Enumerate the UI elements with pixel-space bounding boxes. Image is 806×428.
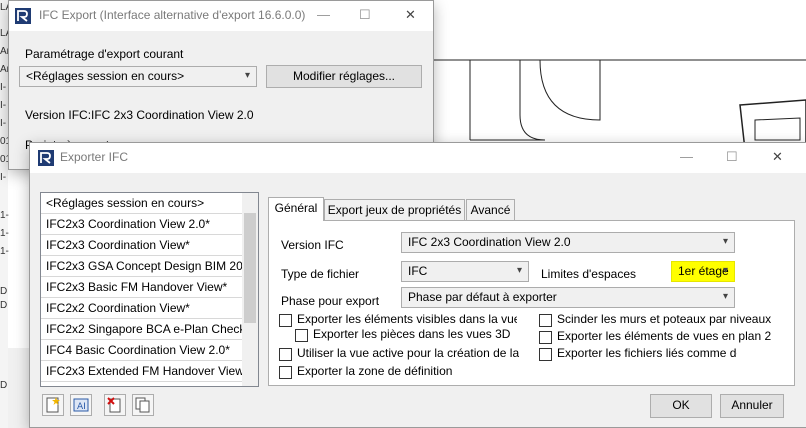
export-visible-elements-checkbox[interactable] [279, 314, 292, 327]
maximize-icon[interactable]: ☐ [726, 149, 738, 165]
list-item[interactable]: IFC2x3 Coordination View* [41, 235, 258, 256]
list-item[interactable]: IFC2x2 Singapore BCA e-Plan Check* [41, 319, 258, 340]
setup-list-scrollbar[interactable] [242, 193, 258, 386]
minimize-icon[interactable]: — [680, 149, 693, 165]
revit-app-icon [38, 150, 54, 166]
chevron-down-icon: ▾ [722, 236, 728, 247]
split-walls-columns-checkbox[interactable] [539, 314, 552, 327]
general-tab-panel: Version IFC IFC 2x3 Coordination View 2.… [268, 220, 795, 386]
chevron-down-icon: ▾ [722, 265, 728, 276]
new-setup-icon[interactable] [42, 394, 64, 416]
export-site-checkbox[interactable] [279, 366, 292, 379]
strip-text: 1- [0, 210, 9, 221]
export-ifc-titlebar: Exporter IFC — ☐ ✕ [30, 143, 806, 173]
strip-text: D [0, 300, 8, 311]
strip-text: D [0, 286, 8, 297]
space-limits-label: Limites d'espaces [541, 267, 637, 281]
rename-setup-icon[interactable]: AI [70, 394, 92, 416]
tab-general[interactable]: Général [268, 197, 324, 221]
space-limits-dropdown[interactable]: 1er étage ▾ [671, 261, 735, 282]
dialog-title: Exporter IFC [60, 150, 129, 164]
strip-text: I- [0, 118, 7, 129]
export-visible-elements-label: Exporter les éléments visibles dans la v… [297, 312, 517, 326]
tab-property-sets[interactable]: Export jeux de propriétés [324, 199, 465, 220]
export-plan-view-elements-checkbox[interactable] [539, 331, 552, 344]
export-linked-files-checkbox[interactable] [539, 348, 552, 361]
list-item[interactable]: IFC2x3 Basic FM Handover View* [41, 277, 258, 298]
ifc-version-dropdown[interactable]: IFC 2x3 Coordination View 2.0 ▾ [401, 232, 735, 253]
svg-text:AI: AI [77, 402, 86, 412]
scrollbar-thumb[interactable] [244, 213, 256, 323]
strip-text: I- [0, 172, 7, 183]
close-icon[interactable]: ✕ [772, 149, 783, 165]
list-item[interactable]: IFC2x3 GSA Concept Design BIM 2010* [41, 256, 258, 277]
chevron-down-icon: ▾ [244, 70, 250, 81]
export-linked-files-label: Exporter les fichiers liés comme de [557, 346, 737, 360]
export-rooms-3d-label: Exporter les pièces dans les vues 3D [313, 327, 511, 341]
export-ifc-dialog: Exporter IFC — ☐ ✕ <Réglages session en … [29, 142, 806, 428]
file-type-label: Type de fichier [281, 267, 360, 281]
modify-setup-button[interactable]: Modifier réglages... [266, 65, 422, 88]
tab-advanced[interactable]: Avancé [466, 199, 515, 220]
split-walls-columns-label: Scinder les murs et poteaux par niveaux [557, 312, 772, 326]
strip-text: I- [0, 100, 7, 111]
setup-list[interactable]: <Réglages session en cours> IFC2x3 Coord… [40, 192, 259, 387]
list-item[interactable]: IFC4 Basic Coordination View 2.0* [41, 340, 258, 361]
export-site-label: Exporter la zone de définition [297, 364, 453, 378]
cancel-button[interactable]: Annuler [720, 394, 784, 418]
export-plan-view-elements-label: Exporter les éléments de vues en plan 2 [557, 329, 772, 343]
current-setup-value: <Réglages session en cours> [26, 69, 185, 83]
use-active-view-label: Utiliser la vue active pour la création … [297, 346, 519, 360]
phase-value: Phase par défaut à exporter [408, 290, 557, 304]
revit-app-icon [15, 8, 31, 24]
strip-text: 1- [0, 228, 9, 239]
copy-setup-icon[interactable] [132, 394, 154, 416]
export-rooms-3d-checkbox[interactable] [295, 329, 308, 342]
ifc-version-value: IFC 2x3 Coordination View 2.0 [91, 108, 254, 122]
space-limits-value: 1er étage [678, 264, 729, 278]
use-active-view-checkbox[interactable] [279, 348, 292, 361]
list-item[interactable]: <Réglages session en cours> [41, 193, 258, 214]
minimize-icon[interactable]: — [317, 7, 330, 23]
ifc-version-label: Version IFC [281, 238, 344, 252]
left-panel-strip: LA LA Ar Ar I- I- I- 01 01 I- 1- 1- 1- D… [0, 0, 12, 428]
strip-text: I- [0, 82, 7, 93]
delete-setup-icon[interactable] [104, 394, 126, 416]
strip-text: D [0, 380, 8, 391]
file-type-dropdown[interactable]: IFC ▾ [401, 261, 529, 282]
chevron-down-icon: ▾ [516, 265, 522, 276]
list-item[interactable]: IFC2x3 Coordination View 2.0* [41, 214, 258, 235]
chevron-down-icon: ▾ [722, 291, 728, 302]
list-item[interactable]: IFC2x2 Coordination View* [41, 298, 258, 319]
current-setup-dropdown[interactable]: <Réglages session en cours> ▾ [19, 66, 257, 87]
phase-dropdown[interactable]: Phase par défaut à exporter ▾ [401, 287, 735, 308]
ifc-export-titlebar: IFC Export (Interface alternative d'expo… [9, 1, 433, 31]
ifc-version-label: Version IFC: [25, 108, 92, 122]
ok-button[interactable]: OK [650, 394, 712, 418]
list-item[interactable]: IFC2x3 Extended FM Handover View* [41, 361, 258, 382]
maximize-icon[interactable]: ☐ [359, 7, 371, 23]
strip-text: 1- [0, 246, 9, 257]
phase-label: Phase pour export [281, 294, 380, 308]
file-type-value: IFC [408, 264, 428, 278]
ifc-version-value: IFC 2x3 Coordination View 2.0 [408, 235, 571, 249]
current-setup-label: Paramétrage d'export courant [25, 47, 184, 61]
window-title: IFC Export (Interface alternative d'expo… [39, 8, 306, 22]
close-icon[interactable]: ✕ [405, 7, 416, 23]
